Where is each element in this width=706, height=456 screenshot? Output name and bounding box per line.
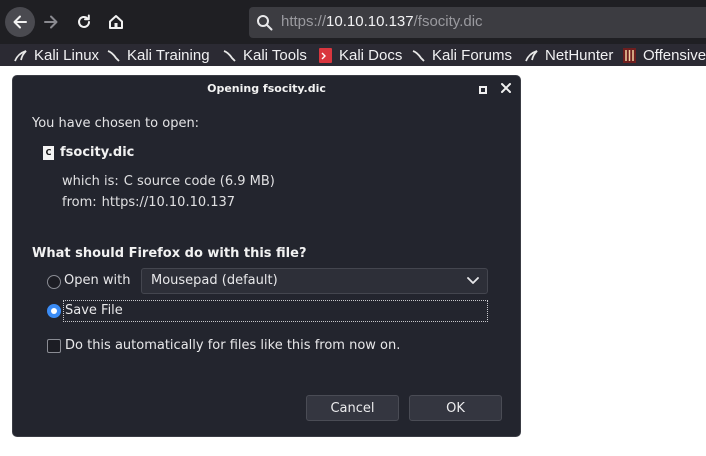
file-type-row: which is: C source code (6.9 MB) xyxy=(62,174,275,189)
home-button[interactable] xyxy=(101,7,131,37)
arrow-right-icon xyxy=(44,15,58,29)
c-source-file-icon: C xyxy=(43,146,54,160)
file-source-row: from: https://10.10.10.137 xyxy=(62,195,235,210)
home-icon xyxy=(109,15,123,29)
save-file-radio[interactable] xyxy=(47,304,61,318)
chevron-down-icon xyxy=(467,277,479,284)
bookmark-offensive[interactable]: Offensive xyxy=(622,45,706,65)
arrow-left-icon xyxy=(13,15,27,29)
offensive-security-icon xyxy=(623,47,636,63)
close-icon[interactable] xyxy=(500,82,512,94)
bookmark-label: Offensive xyxy=(643,46,706,64)
kali-dragon-icon xyxy=(14,49,27,61)
dialog-title: Opening fsocity.dic xyxy=(207,82,326,95)
url-path: /fsocity.dic xyxy=(413,13,483,30)
bookmark-kali-training[interactable]: Kali Training xyxy=(106,45,210,65)
reload-icon xyxy=(78,14,90,28)
which-is-label: which is: xyxy=(62,174,119,189)
reload-button[interactable] xyxy=(69,7,99,37)
bookmark-kali-tools[interactable]: Kali Tools xyxy=(222,45,307,65)
url-scheme: https:// xyxy=(281,13,327,30)
open-with-label[interactable]: Open with xyxy=(64,273,130,288)
nethunter-icon xyxy=(525,49,538,61)
open-with-app-value: Mousepad (default) xyxy=(151,273,278,288)
bookmark-nethunter[interactable]: NetHunter xyxy=(524,45,613,65)
bookmark-label: Kali Training xyxy=(127,46,210,64)
bookmark-kali-linux[interactable]: Kali Linux xyxy=(13,45,99,65)
bookmark-label: NetHunter xyxy=(545,46,614,64)
download-dialog: Opening fsocity.dic You have chosen to o… xyxy=(12,75,521,437)
ok-button[interactable]: OK xyxy=(409,395,502,421)
kali-dragon-icon xyxy=(412,49,425,62)
open-with-radio[interactable] xyxy=(47,275,61,289)
bookmark-label: Kali Tools xyxy=(243,46,307,64)
auto-action-label[interactable]: Do this automatically for files like thi… xyxy=(65,338,400,353)
bookmark-label: Kali Linux xyxy=(34,46,100,64)
kali-docs-icon xyxy=(319,47,332,63)
address-bar[interactable]: https://10.10.10.137/fsocity.dic xyxy=(249,7,706,38)
bookmark-label: Kali Forums xyxy=(432,46,513,64)
kali-dragon-icon xyxy=(107,49,120,62)
url-host: 10.10.10.137 xyxy=(326,13,414,30)
bookmark-kali-forums[interactable]: Kali Forums xyxy=(411,45,512,65)
maximize-icon[interactable] xyxy=(479,86,487,94)
action-question: What should Firefox do with this file? xyxy=(32,246,307,261)
file-source-value: https://10.10.10.137 xyxy=(101,195,236,210)
save-file-label[interactable]: Save File xyxy=(63,300,488,322)
browser-toolbar: https://10.10.10.137/fsocity.dic xyxy=(0,0,706,44)
bookmark-label: Kali Docs xyxy=(339,46,403,64)
kali-dragon-icon xyxy=(223,49,236,62)
forward-button[interactable] xyxy=(36,7,66,37)
url-text: https://10.10.10.137/fsocity.dic xyxy=(281,13,483,30)
chosen-text: You have chosen to open: xyxy=(32,116,200,131)
search-icon xyxy=(257,15,273,31)
back-button[interactable] xyxy=(5,7,35,37)
cancel-button[interactable]: Cancel xyxy=(306,395,399,421)
bookmark-kali-docs[interactable]: Kali Docs xyxy=(318,45,402,65)
file-name: fsocity.dic xyxy=(60,145,135,160)
open-with-app-select[interactable]: Mousepad (default) xyxy=(141,268,488,294)
file-type-value: C source code (6.9 MB) xyxy=(123,174,275,189)
auto-action-checkbox[interactable] xyxy=(47,339,61,353)
bookmarks-toolbar: Kali Linux Kali Training Kali Tools Kali… xyxy=(0,44,706,66)
from-label: from: xyxy=(62,195,97,210)
